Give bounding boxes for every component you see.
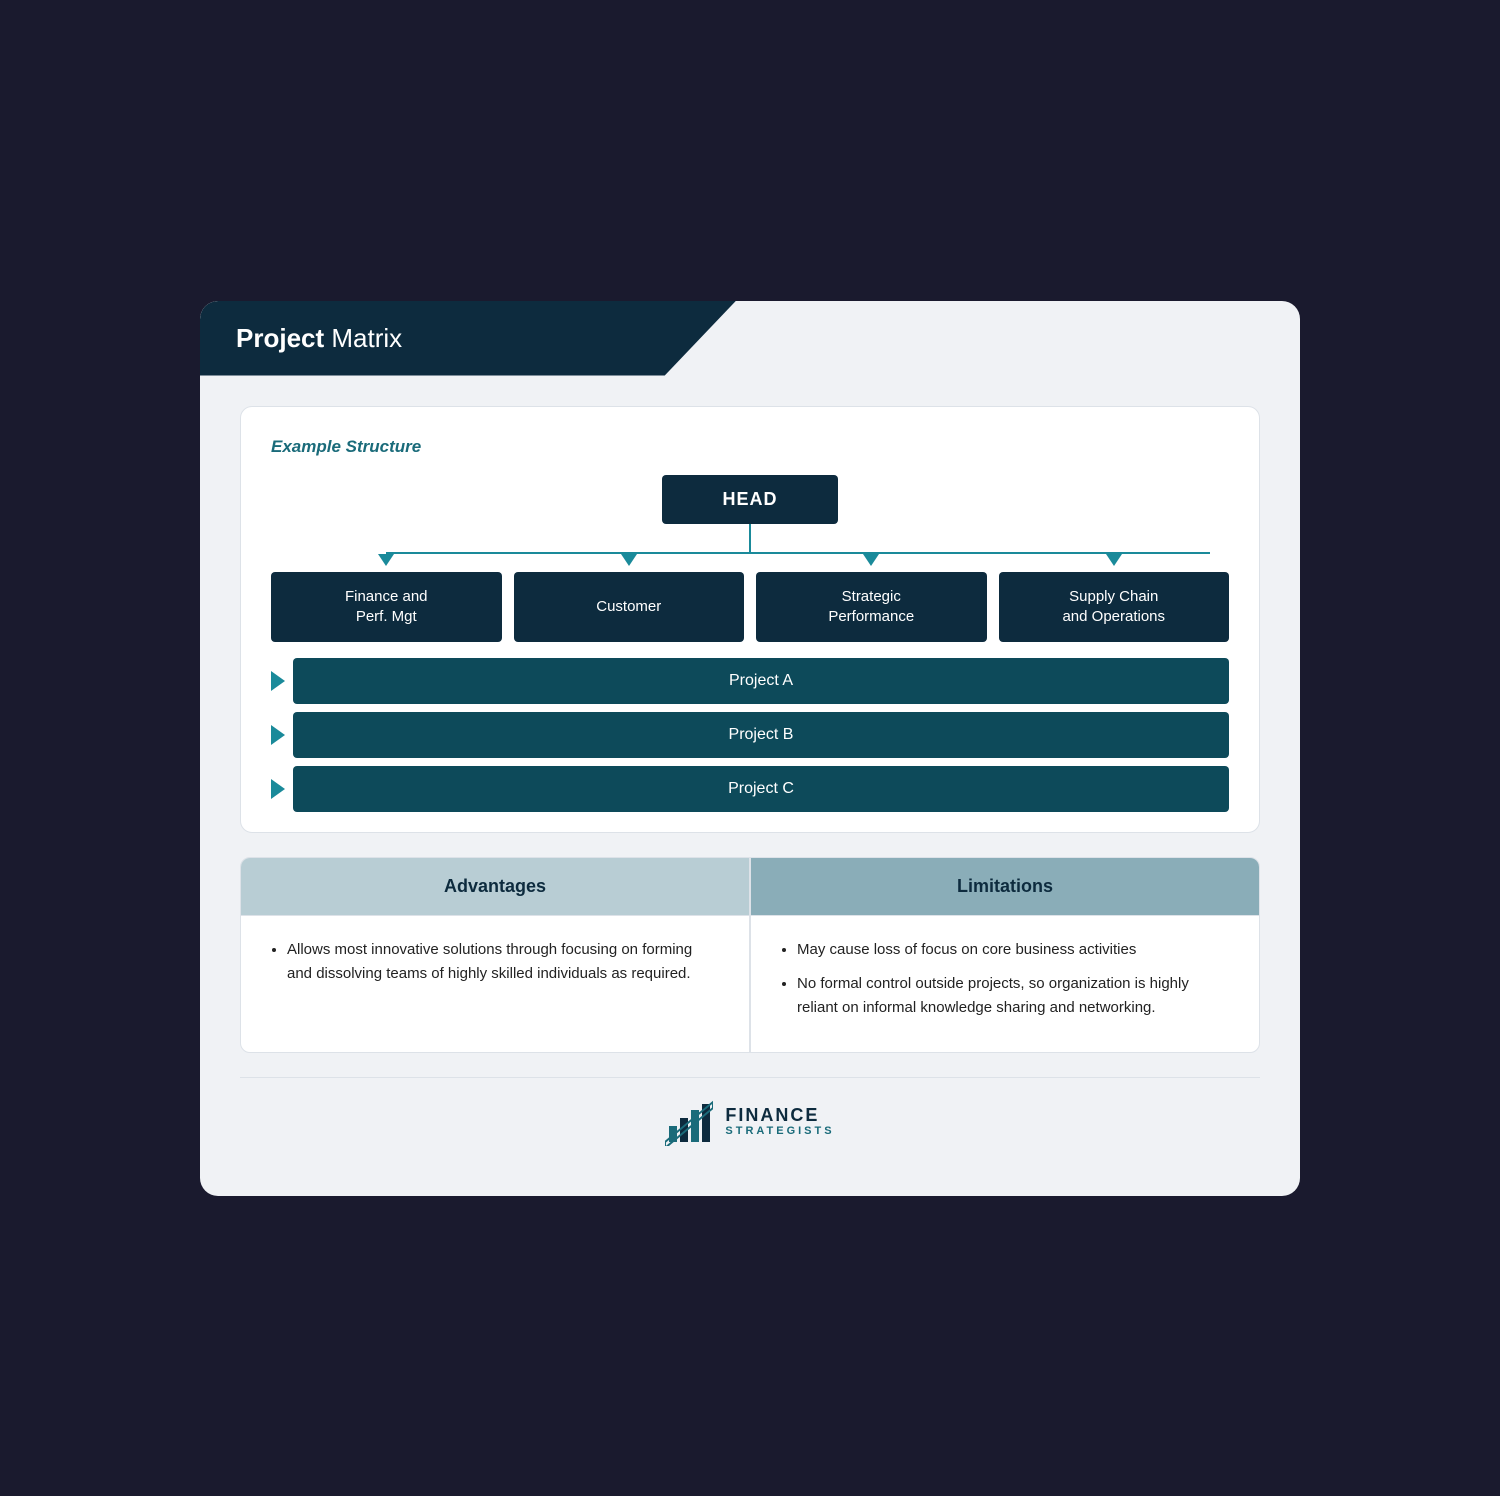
- dept-box-strategic: StrategicPerformance: [756, 572, 987, 642]
- adv-lim-table: Advantages Limitations Allows most innov…: [240, 857, 1260, 1053]
- head-node: HEAD: [662, 475, 837, 524]
- project-b-arrow: [271, 725, 285, 745]
- org-chart: HEAD Finance andPerf. Mgt Customer: [271, 475, 1229, 812]
- arrow-down-icon: [621, 554, 637, 566]
- footer-divider: [240, 1077, 1260, 1078]
- limitations-header: Limitations: [751, 858, 1259, 915]
- example-label: Example Structure: [271, 437, 1229, 457]
- finance-strategists-logo-icon: [665, 1098, 713, 1146]
- content-area: Example Structure HEAD Finance andPerf. …: [200, 376, 1300, 1166]
- advantages-body: Allows most innovative solutions through…: [241, 916, 751, 1052]
- dept-col-strategic: StrategicPerformance: [756, 554, 987, 642]
- dept-col-finance: Finance andPerf. Mgt: [271, 554, 502, 642]
- project-arrows-col: [271, 658, 293, 812]
- limitations-body: May cause loss of focus on core business…: [751, 916, 1259, 1052]
- project-a-bar: Project A: [293, 658, 1229, 704]
- brand-name: FINANCE: [725, 1106, 834, 1126]
- page-title: Project Matrix: [236, 323, 879, 354]
- horizontal-line: [386, 552, 1210, 554]
- dept-col-supply: Supply Chainand Operations: [999, 554, 1230, 642]
- arrow-down-icon: [863, 554, 879, 566]
- dept-col-customer: Customer: [514, 554, 745, 642]
- arrow-right-icon: [271, 725, 285, 745]
- arrow-down-icon: [1106, 554, 1122, 566]
- project-c-bar: Project C: [293, 766, 1229, 812]
- project-c-arrow: [271, 779, 285, 799]
- org-chart-section: Example Structure HEAD Finance andPerf. …: [240, 406, 1260, 833]
- advantages-header: Advantages: [241, 858, 751, 915]
- arrow-down-icon: [378, 554, 394, 566]
- arrow-right-icon: [271, 671, 285, 691]
- logo-text: FINANCE STRATEGISTS: [725, 1106, 834, 1138]
- limitation-item-2: No formal control outside projects, so o…: [797, 972, 1231, 1020]
- dept-box-customer: Customer: [514, 572, 745, 642]
- adv-lim-body-row: Allows most innovative solutions through…: [241, 915, 1259, 1052]
- header-bar: Project Matrix: [200, 301, 915, 376]
- dept-box-supply: Supply Chainand Operations: [999, 572, 1230, 642]
- departments-row: Finance andPerf. Mgt Customer StrategicP…: [271, 554, 1229, 642]
- project-b-bar: Project B: [293, 712, 1229, 758]
- horizontal-line-container: [271, 552, 1229, 554]
- adv-lim-header-row: Advantages Limitations: [241, 858, 1259, 915]
- dept-box-finance: Finance andPerf. Mgt: [271, 572, 502, 642]
- vertical-connector: [749, 524, 751, 552]
- main-card: Project Matrix Example Structure HEAD Fi…: [200, 301, 1300, 1196]
- project-a-arrow: [271, 671, 285, 691]
- footer-logo: FINANCE STRATEGISTS: [240, 1098, 1260, 1146]
- projects-section: Project A Project B Project C: [271, 658, 1229, 812]
- arrow-right-icon: [271, 779, 285, 799]
- brand-subtitle: STRATEGISTS: [725, 1125, 834, 1137]
- limitation-item-1: May cause loss of focus on core business…: [797, 938, 1231, 962]
- advantage-item-1: Allows most innovative solutions through…: [287, 938, 721, 986]
- projects-col: Project A Project B Project C: [293, 658, 1229, 812]
